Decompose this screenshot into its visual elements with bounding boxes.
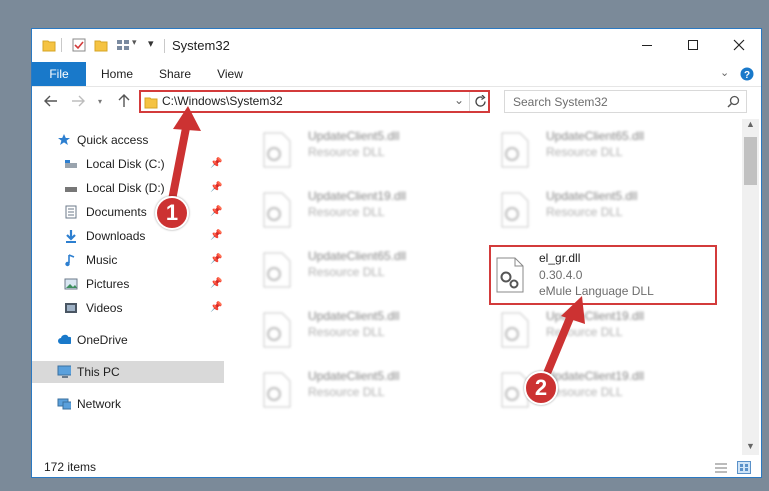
- arrow-1-shaft: [167, 124, 190, 209]
- annotation-arrows: [167, 106, 585, 387]
- step-marker-2: 2: [524, 371, 558, 405]
- arrow-2-head: [561, 296, 585, 324]
- step-marker-1: 1: [155, 196, 189, 230]
- arrow-1-head: [173, 106, 201, 131]
